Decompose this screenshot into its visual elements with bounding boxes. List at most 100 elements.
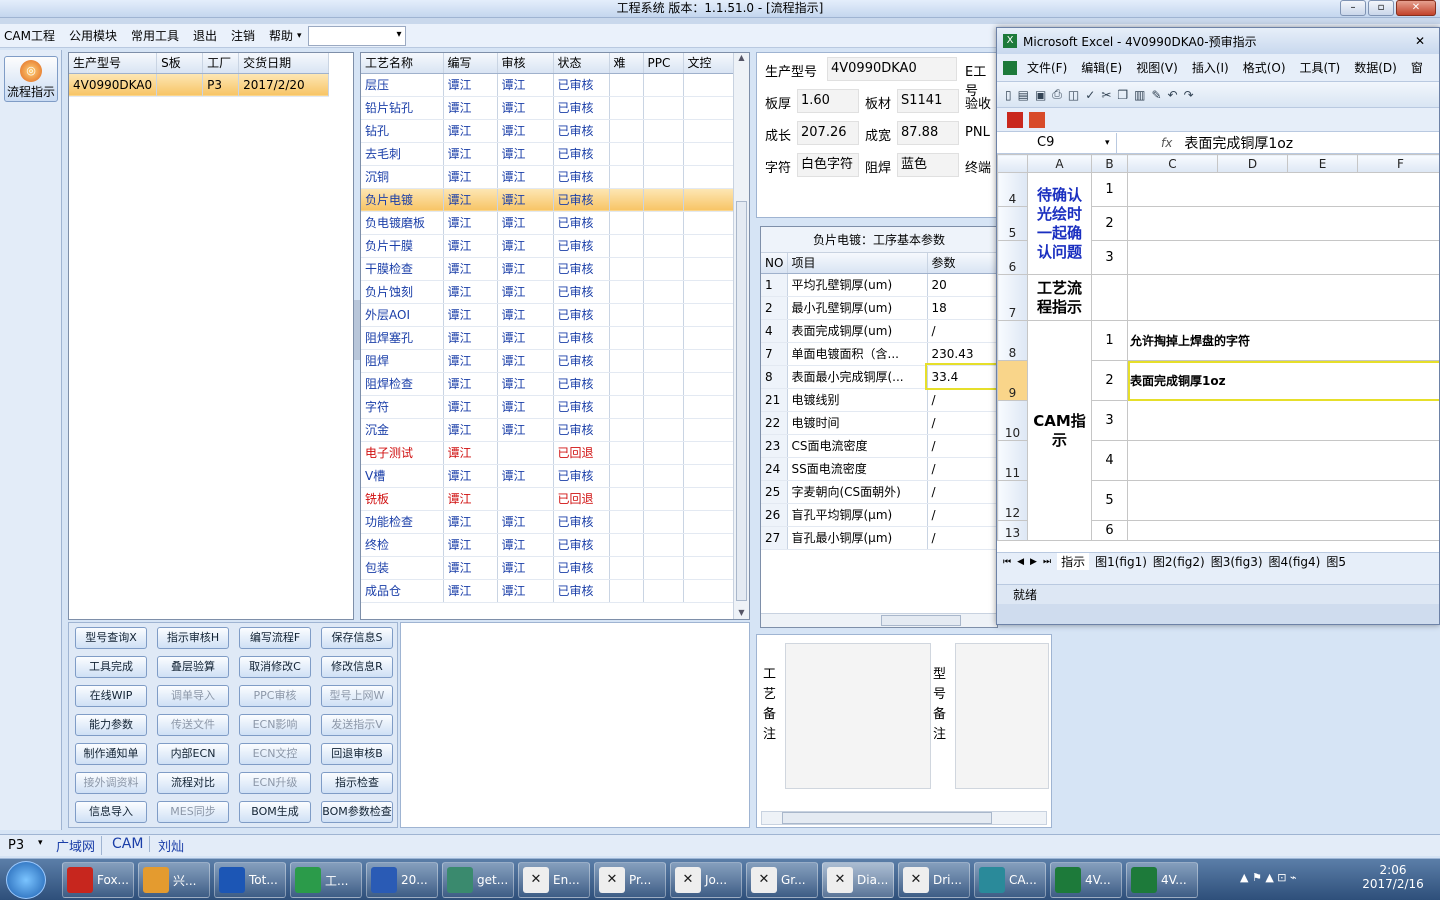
col-param[interactable]: 参数	[927, 253, 997, 274]
menu-exit[interactable]: 退出	[193, 27, 217, 44]
col-s-board[interactable]: S板	[156, 53, 204, 74]
col-item[interactable]: 项目	[787, 253, 928, 274]
taskbar-item[interactable]: 4V...	[1050, 862, 1122, 898]
copy-icon[interactable]: ❐	[1117, 88, 1128, 102]
number-cell[interactable]: 6	[1091, 520, 1128, 541]
scroll-down-icon[interactable]: ▼	[734, 608, 749, 617]
cut-icon[interactable]: ✂	[1101, 88, 1111, 102]
cell[interactable]: 表面完成铜厚1oz	[1127, 360, 1439, 401]
col-doc-control[interactable]: 文控	[683, 53, 734, 74]
taskbar-item[interactable]: ✕ Jo...	[670, 862, 742, 898]
cell[interactable]	[1127, 240, 1439, 275]
action-button[interactable]: 工具完成	[75, 656, 147, 678]
col-process-name[interactable]: 工艺名称	[361, 53, 444, 74]
excel-menu-item[interactable]: 格式(O)	[1243, 59, 1286, 76]
taskbar-item[interactable]: ✕ Dri...	[898, 862, 970, 898]
action-button[interactable]: 编写流程F	[239, 627, 311, 649]
process-remarks-textarea[interactable]	[785, 643, 931, 789]
action-button[interactable]: 型号查询X	[75, 627, 147, 649]
excel-menu-item[interactable]: 编辑(E)	[1081, 59, 1122, 76]
menu-logout[interactable]: 注销	[231, 27, 255, 44]
col-reviewer[interactable]: 审核	[497, 53, 554, 74]
column-header[interactable]: A	[1027, 154, 1092, 173]
sheet-tab[interactable]: 图3(fig3)	[1211, 553, 1263, 570]
action-button[interactable]: ECN文控	[239, 743, 311, 765]
col-delivery-date[interactable]: 交货日期	[238, 53, 329, 74]
new-icon[interactable]: ▯	[1005, 88, 1012, 102]
excel-menu-item[interactable]: 数据(D)	[1354, 59, 1397, 76]
taskbar-item[interactable]: 20...	[366, 862, 438, 898]
table-row[interactable]: 27 盲孔最小铜厚(μm) /	[761, 526, 997, 550]
sheet-nav-next-icon[interactable]: ▶	[1030, 557, 1037, 567]
excel-menu-item[interactable]: 插入(I)	[1192, 59, 1229, 76]
table-row[interactable]: 7 单面电镀面积（含... 230.43	[761, 342, 997, 366]
name-box[interactable]: C9	[997, 132, 1117, 153]
cell[interactable]	[1127, 440, 1439, 481]
maximize-button[interactable]: ▫	[1368, 0, 1394, 16]
sheet-tab[interactable]: 图2(fig2)	[1153, 553, 1205, 570]
row-header[interactable]: 10	[997, 400, 1028, 441]
column-header[interactable]: C	[1127, 154, 1218, 173]
table-row[interactable]: 成品仓 谭江 谭江 已审核	[361, 579, 734, 603]
table-row[interactable]: V槽 谭江 谭江 已审核	[361, 464, 734, 488]
action-button[interactable]: BOM参数检查	[321, 801, 393, 823]
cell[interactable]	[1127, 480, 1439, 521]
table-row[interactable]: 22 电镀时间 /	[761, 411, 997, 435]
table-row[interactable]: 24 SS面电流密度 /	[761, 457, 997, 481]
action-button[interactable]: ECN升级	[239, 772, 311, 794]
row-header[interactable]: 6	[997, 240, 1028, 275]
sheet-tab[interactable]: 图5	[1326, 553, 1346, 570]
corner-cell[interactable]	[997, 154, 1028, 173]
formula-input[interactable]: 表面完成铜厚1oz	[1184, 133, 1293, 153]
sheet-nav-first-icon[interactable]: ⏮	[1003, 557, 1011, 567]
table-row[interactable]: 26 盲孔平均铜厚(μm) /	[761, 503, 997, 527]
col-difficulty[interactable]: 难	[609, 53, 644, 74]
row-header[interactable]: 11	[997, 440, 1028, 481]
table-row[interactable]: 沉铜 谭江 谭江 已审核	[361, 165, 734, 189]
cell[interactable]: 允许掏掉上焊盘的字符	[1127, 320, 1439, 361]
param-hscrollbar[interactable]	[761, 613, 997, 627]
toolbar-combo[interactable]	[307, 25, 406, 46]
taskbar-item[interactable]: get...	[442, 862, 514, 898]
action-button[interactable]: 修改信息R	[321, 656, 393, 678]
col-status[interactable]: 状态	[553, 53, 610, 74]
redo-icon[interactable]: ↷	[1184, 88, 1194, 102]
param-hscroll-thumb[interactable]	[881, 615, 961, 626]
number-cell[interactable]: 3	[1091, 240, 1128, 275]
format-painter-icon[interactable]: ✎	[1151, 88, 1161, 102]
action-button[interactable]: 信息导入	[75, 801, 147, 823]
menu-help[interactable]: 帮助	[269, 27, 293, 44]
thickness-field[interactable]: 1.60	[797, 89, 859, 113]
tray-icons[interactable]: ▲ ⚑ ▲ ⊡ ⌁	[1240, 871, 1297, 884]
taskbar-item[interactable]: 工...	[290, 862, 362, 898]
process-guide-button[interactable]: ◎ 流程指示	[4, 56, 58, 102]
fx-icon[interactable]: fx	[1161, 136, 1172, 150]
cell[interactable]	[1127, 520, 1439, 541]
process-scrollbar[interactable]: ▲ ▼	[733, 53, 749, 619]
scroll-thumb[interactable]	[736, 201, 747, 601]
save-icon[interactable]: ▣	[1035, 88, 1046, 102]
spell-icon[interactable]: ✓	[1085, 88, 1095, 102]
table-row[interactable]: 负片蚀刻 谭江 谭江 已审核	[361, 280, 734, 304]
action-button[interactable]: 指示审核H	[157, 627, 229, 649]
action-button[interactable]: 制作通知单	[75, 743, 147, 765]
table-row[interactable]: 阻焊检查 谭江 谭江 已审核	[361, 372, 734, 396]
merged-cell-blank[interactable]	[1127, 274, 1439, 321]
table-row[interactable]: 阻焊 谭江 谭江 已审核	[361, 349, 734, 373]
sheet-tab[interactable]: 图1(fig1)	[1095, 553, 1147, 570]
column-header[interactable]: D	[1217, 154, 1288, 173]
excel-menu-item[interactable]: 文件(F)	[1027, 59, 1067, 76]
length-field[interactable]: 207.26	[797, 121, 859, 145]
sheet-nav-last-icon[interactable]: ⏭	[1043, 557, 1051, 567]
taskbar-item[interactable]: ✕ Gr...	[746, 862, 818, 898]
action-button[interactable]: 保存信息S	[321, 627, 393, 649]
table-row[interactable]: 2 最小孔壁铜厚(um) 18	[761, 296, 997, 320]
site-dropdown-icon[interactable]: ▾	[38, 838, 43, 848]
action-button[interactable]: 接外调资料	[75, 772, 147, 794]
table-row[interactable]: 沉金 谭江 谭江 已审核	[361, 418, 734, 442]
action-button[interactable]: 回退审核B	[321, 743, 393, 765]
action-button[interactable]: 取消修改C	[239, 656, 311, 678]
close-button[interactable]: ✕	[1396, 0, 1436, 16]
table-row[interactable]: 25 字麦朝向(CS面朝外) /	[761, 480, 997, 504]
col-ppc[interactable]: PPC	[643, 53, 684, 74]
